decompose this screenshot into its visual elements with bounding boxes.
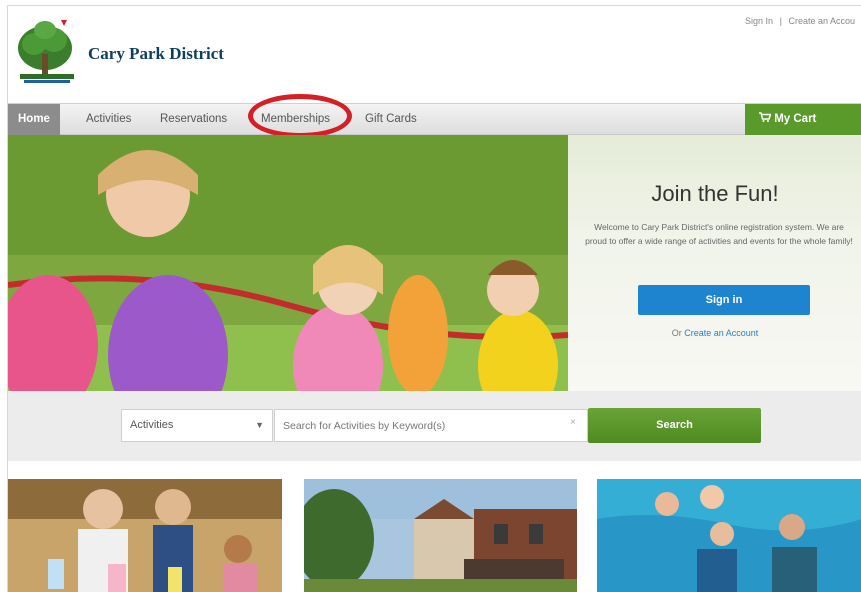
panel-overlay	[568, 135, 861, 391]
sign-in-button[interactable]: Sign in	[638, 285, 810, 315]
create-account-link-hero[interactable]: Create an Account	[684, 328, 758, 338]
clear-icon[interactable]: ×	[570, 417, 576, 428]
hero-banner: Join the Fun! Welcome to Cary Park Distr…	[8, 135, 861, 391]
create-account-line: Or Create an Account	[568, 328, 861, 338]
keyword-search-input[interactable]	[274, 409, 588, 442]
create-prefix: Or	[671, 328, 682, 338]
category-value: Activities	[130, 419, 174, 431]
page: Sign In | Create an Accou Cary Park Dist…	[7, 5, 861, 592]
create-account-link[interactable]: Create an Accou	[788, 16, 855, 26]
separator: |	[779, 16, 782, 26]
cart-icon	[759, 112, 771, 122]
my-cart-button[interactable]: My Cart	[745, 104, 861, 135]
chevron-down-icon: ▼	[255, 420, 264, 430]
account-links: Sign In | Create an Accou	[743, 16, 857, 26]
cart-label: My Cart	[774, 113, 817, 125]
search-button[interactable]: Search	[588, 408, 761, 443]
category-select[interactable]: Activities ▼	[121, 409, 273, 442]
activities-tile-image[interactable]	[8, 479, 282, 592]
nav-activities[interactable]: Activities	[86, 104, 131, 135]
nav-gift-cards[interactable]: Gift Cards	[365, 104, 417, 135]
welcome-text: Welcome to Cary Park District's online r…	[585, 222, 853, 246]
nav-home[interactable]: Home	[8, 104, 60, 135]
main-nav: Home Activities Reservations Memberships…	[8, 103, 861, 135]
join-title: Join the Fun!	[651, 181, 779, 206]
join-panel: Join the Fun! Welcome to Cary Park Distr…	[568, 135, 861, 391]
nav-reservations[interactable]: Reservations	[160, 104, 227, 135]
sign-in-link[interactable]: Sign In	[745, 16, 773, 26]
tree-logo-icon[interactable]	[14, 18, 80, 88]
community-center-tile-image[interactable]	[304, 479, 577, 592]
aquatics-tile-image[interactable]	[597, 479, 861, 592]
brand-name[interactable]: Cary Park District	[88, 44, 224, 64]
memberships-highlight-ring	[248, 94, 352, 138]
hero-photo	[8, 135, 568, 391]
search-bar: Activities ▼ × Search	[8, 391, 861, 461]
